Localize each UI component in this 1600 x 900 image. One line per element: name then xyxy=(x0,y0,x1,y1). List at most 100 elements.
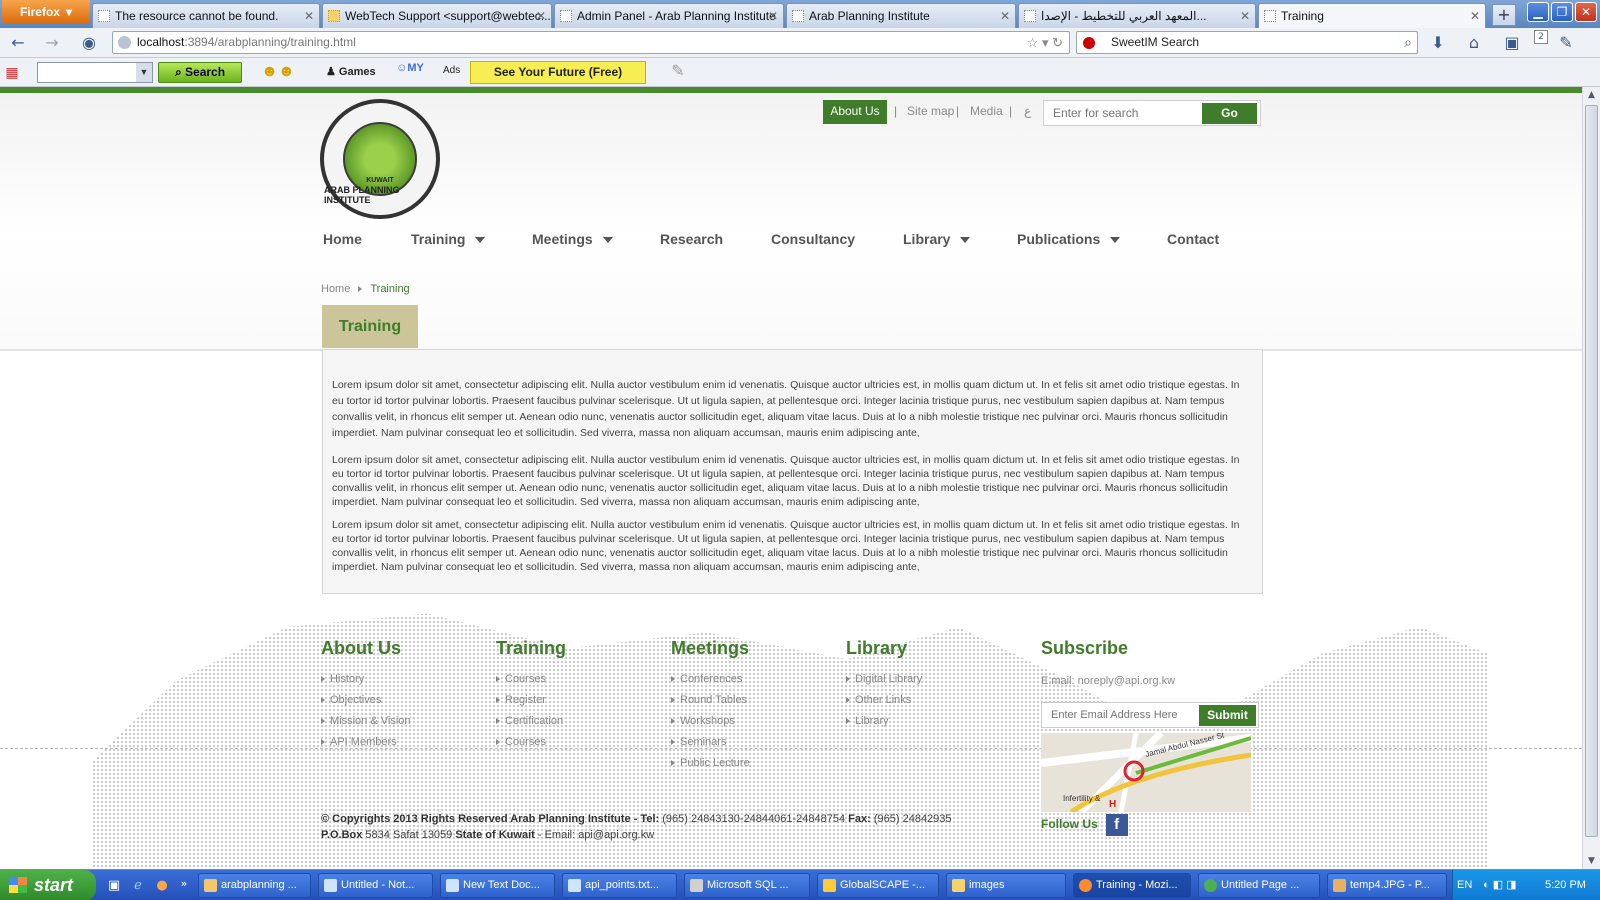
search-engine-icon[interactable] xyxy=(1083,37,1095,49)
games-button[interactable]: ♟ Games xyxy=(326,65,376,78)
language-indicator[interactable]: EN xyxy=(1457,870,1472,900)
taskbar-item[interactable]: Microsoft SQL ... xyxy=(684,873,810,898)
url-bar[interactable]: localhost:3894/arabplanning/training.htm… xyxy=(112,31,1070,54)
close-icon[interactable]: ✕ xyxy=(1470,4,1480,28)
nav-contact[interactable]: Contact xyxy=(1167,231,1219,247)
taskbar-item[interactable]: api_points.txt... xyxy=(562,873,677,898)
taskbar-item[interactable]: New Text Doc... xyxy=(440,873,555,898)
close-icon[interactable]: ✕ xyxy=(304,4,314,28)
footer-link[interactable]: Round Tables xyxy=(671,694,750,715)
taskbar-item[interactable]: arabplanning ... xyxy=(198,873,311,898)
browser-tab[interactable]: المعهد العربي للتخطيط - الإصدا... ✕ xyxy=(1018,3,1256,28)
ads-button[interactable]: Ads xyxy=(443,65,460,76)
close-icon[interactable]: ✕ xyxy=(1240,4,1250,28)
top-link-site-map[interactable]: Site map xyxy=(907,104,954,118)
close-window-button[interactable]: ✕ xyxy=(1575,2,1597,22)
tray-icons[interactable]: ◐ ◧ ◨ xyxy=(1483,870,1517,900)
footer-link[interactable]: History xyxy=(321,673,411,694)
pen-icon[interactable]: ✎ xyxy=(668,62,688,82)
footer-link[interactable]: Public Lecture xyxy=(671,757,750,778)
restore-button[interactable]: ❐ xyxy=(1551,2,1573,22)
taskbar-item[interactable]: images xyxy=(946,873,1066,898)
footer-link[interactable]: Workshops xyxy=(671,715,750,736)
scroll-down-icon[interactable]: ▼ xyxy=(1583,853,1600,869)
back-arrow-icon[interactable]: ← xyxy=(8,33,28,53)
top-link-arabic[interactable]: ع xyxy=(1024,104,1031,118)
nav-library[interactable]: Library xyxy=(903,231,971,247)
taskbar-item[interactable]: Untitled - Not... xyxy=(318,873,433,898)
start-button[interactable]: start xyxy=(0,870,96,900)
location-map[interactable]: Jamal Abdul Nasser St Infertility & H xyxy=(1041,733,1251,812)
top-link-about-us[interactable]: About Us xyxy=(823,100,887,124)
taskbar-item-active[interactable]: Training - Mozi... xyxy=(1073,873,1191,898)
firefox-menu-button[interactable]: Firefox ▾ xyxy=(2,0,90,24)
subscribe-submit-button[interactable]: Submit xyxy=(1199,705,1256,726)
footer-link[interactable]: Register xyxy=(496,694,566,715)
chevron-down-icon[interactable]: ▼ xyxy=(136,63,152,82)
institute-logo[interactable]: KUWAIT ARAB PLANNING INSTITUTE xyxy=(320,99,440,219)
breadcrumb-home[interactable]: Home xyxy=(321,283,350,295)
footer-link[interactable]: Courses xyxy=(496,736,566,757)
mail-icon xyxy=(328,10,340,22)
toolbar-search-button[interactable]: ⌕ Search xyxy=(158,62,242,83)
scroll-up-icon[interactable]: ▲ xyxy=(1583,87,1600,103)
nav-home[interactable]: Home xyxy=(323,231,362,247)
my-icon[interactable]: ☺MY xyxy=(388,62,432,82)
nav-research[interactable]: Research xyxy=(660,231,723,247)
search-icon[interactable]: ⌕ xyxy=(1404,32,1412,53)
ie-icon[interactable]: ℯ xyxy=(128,876,148,896)
notification-badge[interactable]: 2 xyxy=(1534,30,1548,44)
firefox-icon[interactable]: ● xyxy=(152,876,172,896)
scrollbar-thumb[interactable] xyxy=(1585,105,1598,837)
home-icon[interactable]: ⌂ xyxy=(1464,33,1484,53)
chevron-right-icon[interactable]: » xyxy=(174,874,194,894)
nav-publications[interactable]: Publications xyxy=(1017,231,1121,247)
footer-link[interactable]: Objectives xyxy=(321,694,411,715)
identity-icon[interactable]: ◉ xyxy=(79,33,99,53)
footer-link[interactable]: Mission & Vision xyxy=(321,715,411,736)
subscribe-email-input[interactable] xyxy=(1042,703,1200,727)
forward-arrow-icon[interactable]: → xyxy=(42,33,62,53)
close-icon[interactable]: ✕ xyxy=(536,4,546,28)
site-search-go-button[interactable]: Go xyxy=(1202,103,1257,124)
clock[interactable]: 5:20 PM xyxy=(1545,870,1586,900)
footer-link[interactable]: Courses xyxy=(496,673,566,694)
top-link-media[interactable]: Media xyxy=(970,104,1003,118)
footer-link[interactable]: Seminars xyxy=(671,736,750,757)
facebook-icon[interactable]: f xyxy=(1105,814,1128,836)
browser-tab[interactable]: Admin Panel - Arab Planning Institute ✕ xyxy=(554,3,784,28)
browser-tab[interactable]: WebTech Support <support@webtec... ✕ xyxy=(322,3,552,28)
footer-link[interactable]: Conferences xyxy=(671,673,750,694)
nav-meetings[interactable]: Meetings xyxy=(532,231,613,247)
show-desktop-icon[interactable]: ▣ xyxy=(104,876,124,896)
taskbar-item[interactable]: Untitled Page ... xyxy=(1198,873,1320,898)
nav-training[interactable]: Training xyxy=(411,231,486,247)
site-search-input[interactable] xyxy=(1044,101,1202,125)
nav-consultancy[interactable]: Consultancy xyxy=(771,231,855,247)
subscribe-email-text: E.mail: noreply@api.org.kw xyxy=(1041,675,1176,687)
download-icon[interactable]: ⬇ xyxy=(1428,33,1448,53)
apps-icon[interactable]: ▦ xyxy=(2,62,22,82)
footer-link[interactable]: Digital Library xyxy=(846,673,922,694)
browser-search-bar[interactable]: SweetIM Search ⌕ xyxy=(1076,31,1418,54)
see-your-future-button[interactable]: See Your Future (Free) xyxy=(470,61,646,84)
smiley-icon[interactable]: ☻☻ xyxy=(258,62,298,82)
vertical-scrollbar[interactable]: ▲ ▼ xyxy=(1582,87,1600,869)
extensions-icon[interactable]: ▣ xyxy=(1502,33,1522,53)
toolbar-search-combo[interactable]: ▼ xyxy=(37,62,153,83)
minimize-button[interactable]: ▁ xyxy=(1527,2,1549,22)
taskbar-item[interactable]: temp4.JPG - P... xyxy=(1327,873,1447,898)
new-tab-button[interactable]: + xyxy=(1492,4,1516,26)
footer-link[interactable]: Library xyxy=(846,715,922,736)
footer-link[interactable]: API Members xyxy=(321,736,411,757)
taskbar-item[interactable]: GlobalSCAPE -... xyxy=(817,873,939,898)
close-icon[interactable]: ✕ xyxy=(1000,4,1010,28)
addon-icon[interactable]: ✎ xyxy=(1556,33,1576,53)
footer-link[interactable]: Certification xyxy=(496,715,566,736)
bookmark-star-icon[interactable]: ☆ ▾ ↻ xyxy=(1027,32,1063,53)
footer-link[interactable]: Other Links xyxy=(846,694,922,715)
browser-tab[interactable]: Arab Planning Institute ✕ xyxy=(786,3,1016,28)
browser-tab-active[interactable]: Training ✕ xyxy=(1258,3,1486,29)
browser-tab[interactable]: The resource cannot be found. ✕ xyxy=(92,3,320,28)
close-icon[interactable]: ✕ xyxy=(768,4,778,28)
